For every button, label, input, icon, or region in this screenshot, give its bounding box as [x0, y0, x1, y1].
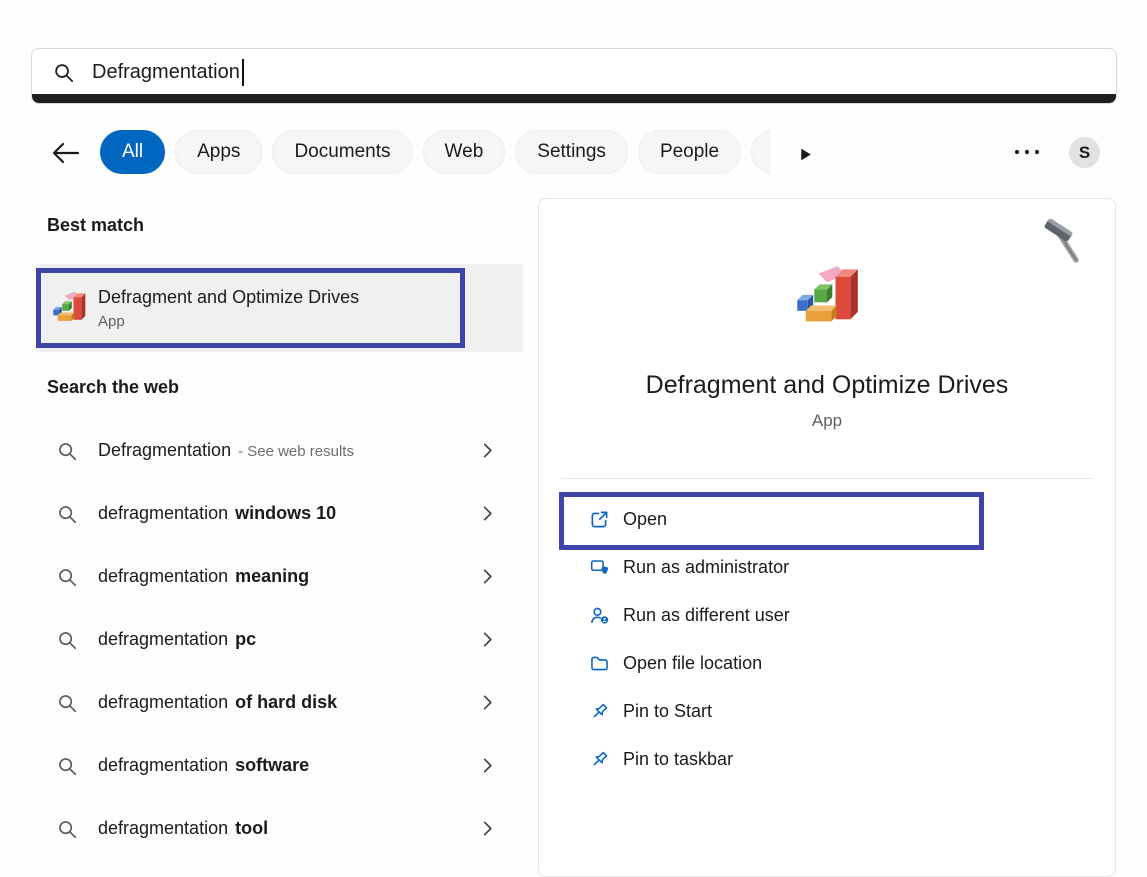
best-match-header: Best match — [47, 215, 144, 236]
suggestion-suffix: of hard disk — [235, 692, 337, 712]
admin-shield-icon — [589, 557, 610, 578]
chevron-right-icon[interactable] — [478, 504, 497, 523]
suggestion-suffix: software — [235, 755, 309, 775]
web-suggestion-windows-10[interactable]: defragmentation windows 10 — [36, 482, 523, 545]
chevron-right-icon[interactable] — [478, 630, 497, 649]
best-match-item[interactable]: Defragment and Optimize Drives App — [36, 264, 523, 352]
folder-icon — [589, 653, 610, 674]
context-actions-list: Open Run as administrator Run as differe… — [539, 495, 1115, 783]
chevron-right-icon[interactable] — [478, 693, 497, 712]
search-the-web-header: Search the web — [47, 377, 179, 398]
action-open[interactable]: Open — [539, 495, 1115, 543]
action-run-as-different-user[interactable]: Run as different user — [539, 591, 1115, 639]
different-user-icon — [589, 605, 610, 626]
web-suggestion-of-hard-disk[interactable]: defragmentation of hard disk — [36, 671, 523, 734]
defrag-app-icon — [51, 290, 87, 326]
action-label: Run as different user — [623, 605, 790, 626]
action-label: Pin to taskbar — [623, 749, 733, 770]
action-label: Open file location — [623, 653, 762, 674]
web-suggestion-software[interactable]: defragmentation software — [36, 734, 523, 797]
suggestion-suffix: windows 10 — [235, 503, 336, 523]
suggestion-prefix: defragmentation — [98, 818, 228, 838]
filter-tabs-strip: All Apps Documents Web Settings People F… — [100, 130, 771, 176]
suggestion-suffix: tool — [235, 818, 268, 838]
chevron-right-icon[interactable] — [478, 819, 497, 838]
search-icon — [56, 692, 78, 714]
search-bar[interactable]: Defragmentation — [31, 48, 1117, 104]
suggestion-prefix: defragmentation — [98, 566, 228, 586]
suggestion-prefix: defragmentation — [98, 692, 228, 712]
filter-tab-settings[interactable]: Settings — [515, 130, 628, 174]
suggestion-prefix: defragmentation — [98, 629, 228, 649]
chevron-right-icon[interactable] — [478, 441, 497, 460]
search-icon — [56, 629, 78, 651]
search-icon — [56, 503, 78, 525]
suggestion-suffix: - See web results — [238, 443, 354, 460]
action-open-file-location[interactable]: Open file location — [539, 639, 1115, 687]
action-label: Run as administrator — [623, 557, 789, 578]
filter-tab-apps[interactable]: Apps — [175, 130, 262, 174]
divider — [561, 478, 1093, 479]
filter-tab-all[interactable]: All — [100, 130, 165, 174]
chevron-right-icon[interactable] — [478, 567, 497, 586]
action-label: Pin to Start — [623, 701, 712, 722]
search-icon — [56, 755, 78, 777]
action-label: Open — [623, 509, 667, 530]
web-suggestion-tool[interactable]: defragmentation tool — [36, 797, 523, 860]
best-match-title: Defragment and Optimize Drives — [98, 287, 359, 308]
web-suggestions-list: Defragmentation - See web results defragm… — [36, 419, 523, 860]
more-options-button[interactable] — [1013, 146, 1043, 158]
defrag-app-icon-large — [793, 263, 861, 331]
pin-icon — [589, 749, 610, 770]
search-icon — [56, 440, 78, 462]
web-suggestion-see-results[interactable]: Defragmentation - See web results — [36, 419, 523, 482]
search-input[interactable]: Defragmentation — [92, 61, 240, 84]
account-avatar[interactable]: S — [1069, 137, 1100, 168]
filters-scroll-right-button[interactable] — [797, 145, 817, 163]
suggestion-suffix: pc — [235, 629, 256, 649]
action-pin-to-taskbar[interactable]: Pin to taskbar — [539, 735, 1115, 783]
search-icon — [52, 61, 75, 84]
action-pin-to-start[interactable]: Pin to Start — [539, 687, 1115, 735]
suggestion-prefix: defragmentation — [98, 755, 228, 775]
suggestion-suffix: meaning — [235, 566, 309, 586]
hammer-cursor-icon — [1042, 219, 1090, 267]
suggestion-prefix: Defragmentation — [98, 440, 231, 460]
filter-tab-web[interactable]: Web — [423, 130, 506, 174]
pin-icon — [589, 701, 610, 722]
web-suggestion-meaning[interactable]: defragmentation meaning — [36, 545, 523, 608]
web-suggestion-pc[interactable]: defragmentation pc — [36, 608, 523, 671]
suggestion-prefix: defragmentation — [98, 503, 228, 523]
filter-tab-people[interactable]: People — [638, 130, 741, 174]
best-match-subtitle: App — [98, 313, 359, 330]
text-caret — [242, 59, 244, 86]
search-icon — [56, 566, 78, 588]
filter-tab-folders[interactable]: Folders — [751, 130, 771, 174]
open-external-icon — [589, 509, 610, 530]
action-run-as-administrator[interactable]: Run as administrator — [539, 543, 1115, 591]
back-button[interactable] — [50, 139, 84, 167]
chevron-right-icon[interactable] — [478, 756, 497, 775]
preview-title: Defragment and Optimize Drives — [539, 371, 1115, 400]
preview-pane: Defragment and Optimize Drives App Open … — [538, 198, 1116, 877]
search-focus-underline — [32, 94, 1116, 103]
preview-subtitle: App — [539, 411, 1115, 431]
search-icon — [56, 818, 78, 840]
filter-tab-documents[interactable]: Documents — [272, 130, 412, 174]
